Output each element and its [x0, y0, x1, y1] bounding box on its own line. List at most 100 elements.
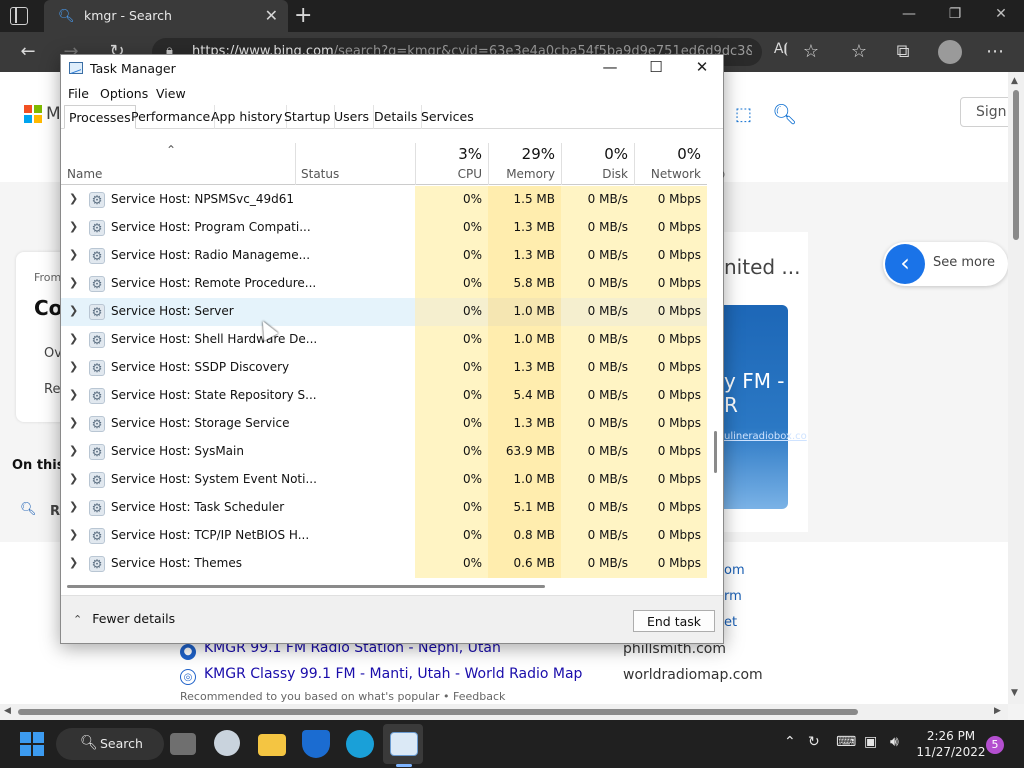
expand-chevron-icon[interactable]: ❯	[69, 556, 78, 569]
clock[interactable]: 2:26 PM 11/27/2022	[916, 728, 986, 760]
more-options-icon[interactable]: ⋯	[982, 41, 1008, 62]
column-memory[interactable]: Memory	[488, 167, 555, 181]
taskbar-search[interactable]: 🔍︎ Search	[56, 728, 164, 760]
sign-in-button[interactable]: Sign i	[960, 97, 1008, 127]
expand-chevron-icon[interactable]: ❯	[69, 276, 78, 289]
expand-chevron-icon[interactable]: ❯	[69, 248, 78, 261]
disk-total[interactable]: 0%	[561, 145, 628, 163]
result-title[interactable]: KMGR Classy 99.1 FM - Manti, Utah - Worl…	[204, 666, 582, 682]
sync-icon[interactable]: ↻	[808, 734, 820, 750]
column-network[interactable]: Network	[634, 167, 701, 181]
see-more-button[interactable]: ‹ See more	[883, 242, 1008, 286]
tab-actions-icon[interactable]	[10, 7, 28, 25]
notification-badge[interactable]: 5	[986, 736, 1004, 754]
domain-fragment-3[interactable]: et	[724, 615, 737, 630]
process-row[interactable]: ❯ ⚙ Service Host: Server 0% 1.0 MB 0 MB/s 0 Mb…	[61, 298, 707, 326]
scrollbar-thumb[interactable]	[714, 431, 717, 473]
close-icon[interactable]: ✕	[687, 58, 717, 76]
task-manager-icon[interactable]	[390, 732, 418, 756]
column-cpu[interactable]: CPU	[415, 167, 482, 181]
process-row-main[interactable]: ❯ ⚙ Service Host: Radio Manageme...	[61, 242, 415, 270]
network-total[interactable]: 0%	[634, 145, 701, 163]
minimize-icon[interactable]: —	[894, 6, 924, 22]
process-row[interactable]: ❯ ⚙ Service Host: SSDP Discovery 0% 1.3 MB 0 …	[61, 354, 707, 382]
maximize-icon[interactable]: ☐	[641, 58, 671, 76]
tab-startup[interactable]: Startup	[280, 105, 336, 129]
process-row-main[interactable]: ❯ ⚙ Service Host: SysMain	[61, 438, 415, 466]
menu-options[interactable]: Options	[100, 86, 148, 101]
expand-chevron-icon[interactable]: ❯	[69, 360, 78, 373]
domain-fragment-2[interactable]: rm	[724, 589, 742, 604]
read-aloud-icon[interactable]: A⦗	[768, 41, 794, 57]
edge-browser-icon[interactable]	[346, 730, 374, 758]
process-row-main[interactable]: ❯ ⚙ Service Host: SSDP Discovery	[61, 354, 415, 382]
process-row-main[interactable]: ❯ ⚙ Service Host: Shell Hardware De...	[61, 326, 415, 354]
process-row-main[interactable]: ❯ ⚙ Service Host: System Event Noti...	[61, 466, 415, 494]
tab-app-history[interactable]: App history	[207, 105, 288, 129]
column-status[interactable]: Status	[301, 167, 339, 181]
scrollbar-thumb[interactable]	[1013, 90, 1019, 240]
expand-chevron-icon[interactable]: ❯	[69, 528, 78, 541]
scroll-up-icon[interactable]: ▲	[1011, 76, 1018, 86]
related-search-icon[interactable]: 🔍︎	[20, 502, 37, 517]
favorites-icon[interactable]: ☆	[846, 41, 872, 62]
process-list-scrollbar[interactable]	[707, 143, 723, 579]
process-row[interactable]: ❯ ⚙ Service Host: Themes 0% 0.6 MB 0 MB/s 0 Mb…	[61, 550, 707, 578]
microsoft-logo-icon[interactable]	[24, 105, 42, 123]
new-tab-icon[interactable]: +	[294, 3, 312, 28]
menu-view[interactable]: View	[156, 86, 186, 101]
process-row-main[interactable]: ❯ ⚙ Service Host: State Repository S...	[61, 382, 415, 410]
task-view-icon[interactable]	[170, 733, 196, 755]
process-row[interactable]: ❯ ⚙ Service Host: TCP/IP NetBIOS H... 0% 0.8…	[61, 522, 707, 550]
expand-chevron-icon[interactable]: ❯	[69, 192, 78, 205]
expand-chevron-icon[interactable]: ❯	[69, 220, 78, 233]
security-shield-icon[interactable]	[302, 730, 330, 758]
browser-tab[interactable]: 🔍︎ kmgr - Search ✕	[44, 0, 288, 32]
process-row[interactable]: ❯ ⚙ Service Host: Shell Hardware De... 0% 1.…	[61, 326, 707, 354]
task-manager-titlebar[interactable]: Task Manager — ☐ ✕	[61, 55, 723, 83]
process-row[interactable]: ❯ ⚙ Service Host: Program Compati... 0% 1.3 …	[61, 214, 707, 242]
network-icon[interactable]: ▣	[864, 734, 877, 750]
expand-chevron-icon[interactable]: ❯	[69, 500, 78, 513]
expand-chevron-icon[interactable]: ❯	[69, 444, 78, 457]
tab-processes[interactable]: Processes	[64, 105, 136, 129]
page-horizontal-scrollbar[interactable]: ◀ ▶	[0, 704, 1008, 720]
process-row[interactable]: ❯ ⚙ Service Host: System Event Noti... 0% 1.…	[61, 466, 707, 494]
volume-icon[interactable]: 🔊︎	[890, 734, 899, 750]
process-row[interactable]: ❯ ⚙ Service Host: Remote Procedure... 0% 5.8…	[61, 270, 707, 298]
column-disk[interactable]: Disk	[561, 167, 628, 181]
add-favorite-icon[interactable]: ☆	[798, 41, 824, 62]
end-task-button[interactable]: End task	[633, 610, 715, 632]
reviews-tab[interactable]: Re	[44, 382, 60, 397]
tab-details[interactable]: Details	[370, 105, 423, 129]
process-row-main[interactable]: ❯ ⚙ Service Host: Themes	[61, 550, 415, 578]
scroll-left-icon[interactable]: ◀	[4, 706, 11, 716]
expand-chevron-icon[interactable]: ❯	[69, 416, 78, 429]
cpu-total[interactable]: 3%	[415, 145, 482, 163]
process-row-main[interactable]: ❯ ⚙ Service Host: Server	[61, 298, 415, 326]
radio-card-title[interactable]: nited ...	[724, 255, 801, 279]
process-row-main[interactable]: ❯ ⚙ Service Host: Remote Procedure...	[61, 270, 415, 298]
collections-icon[interactable]: ⧉	[890, 41, 916, 62]
menu-file[interactable]: File	[68, 86, 89, 101]
process-row-main[interactable]: ❯ ⚙ Service Host: Program Compati...	[61, 214, 415, 242]
process-row[interactable]: ❯ ⚙ Service Host: State Repository S... 0% 5…	[61, 382, 707, 410]
radio-image-link[interactable]: ulineradiobox.co	[724, 431, 807, 442]
tab-services[interactable]: Services	[417, 105, 478, 129]
process-row-main[interactable]: ❯ ⚙ Service Host: Storage Service	[61, 410, 415, 438]
close-tab-icon[interactable]: ✕	[265, 6, 278, 25]
restore-icon[interactable]: ❐	[940, 6, 970, 22]
scroll-right-icon[interactable]: ▶	[994, 706, 1001, 716]
expand-chevron-icon[interactable]: ❯	[69, 332, 78, 345]
process-row-main[interactable]: ❯ ⚙ Service Host: TCP/IP NetBIOS H...	[61, 522, 415, 550]
expand-chevron-icon[interactable]: ❯	[69, 472, 78, 485]
process-list-hscrollbar[interactable]	[61, 579, 707, 589]
back-icon[interactable]: ←	[15, 41, 41, 62]
process-row[interactable]: ❯ ⚙ Service Host: Radio Manageme... 0% 1.3 M…	[61, 242, 707, 270]
process-row[interactable]: ❯ ⚙ Service Host: NPSMSvc_49d61 0% 1.5 MB 0 M…	[61, 186, 707, 214]
radio-station-image[interactable]: y FM - R ulineradiobox.co	[724, 305, 807, 509]
process-row[interactable]: ❯ ⚙ Service Host: Storage Service 0% 1.3 MB 0…	[61, 410, 707, 438]
process-row-main[interactable]: ❯ ⚙ Service Host: Task Scheduler	[61, 494, 415, 522]
profile-avatar[interactable]	[938, 40, 962, 64]
process-row[interactable]: ❯ ⚙ Service Host: SysMain 0% 63.9 MB 0 MB/s 0 …	[61, 438, 707, 466]
